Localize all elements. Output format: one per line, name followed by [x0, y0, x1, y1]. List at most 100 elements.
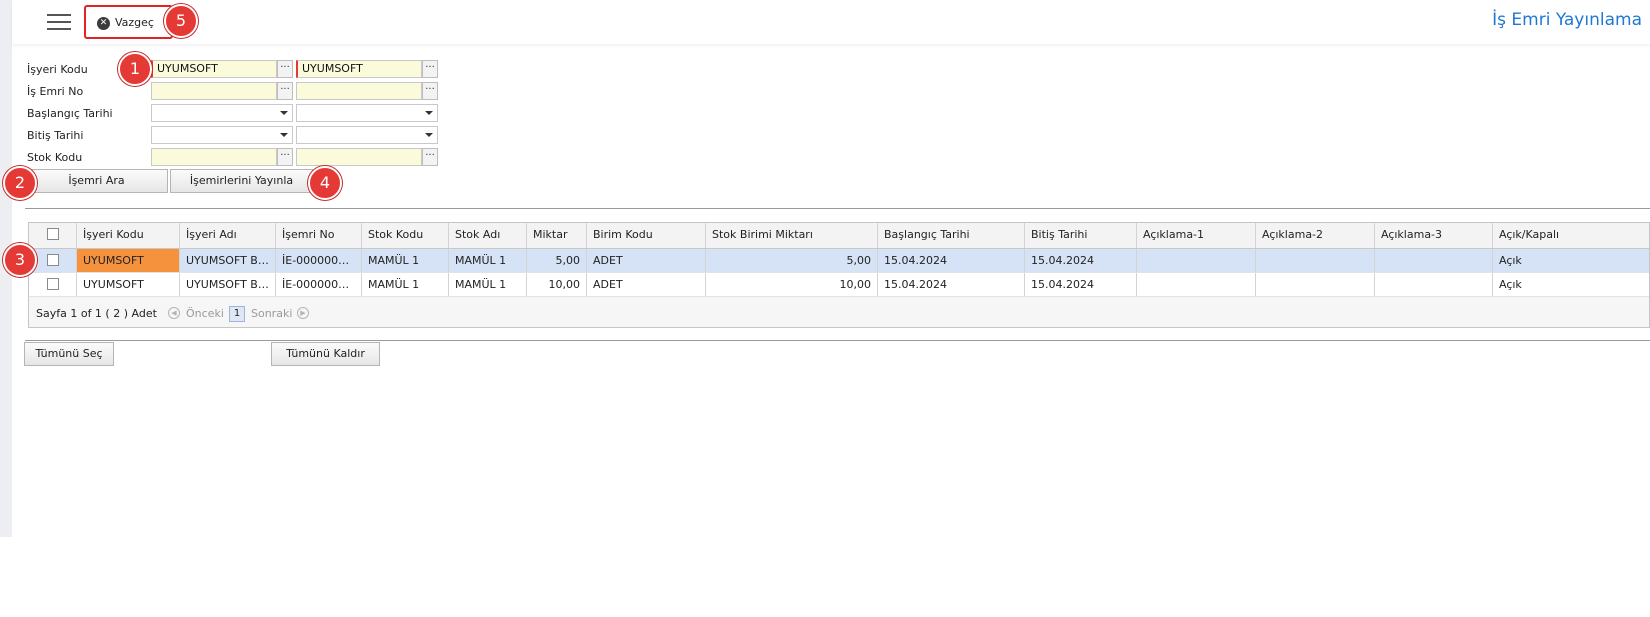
- header-acik-kapali[interactable]: Açık/Kapalı: [1493, 223, 1650, 248]
- isyeri-kodu-label: İşyeri Kodu: [27, 63, 88, 76]
- row-checkbox[interactable]: [46, 278, 59, 290]
- cell-birim-kodu[interactable]: ADET: [587, 249, 706, 272]
- annotation-marker-3: 3: [3, 243, 37, 277]
- isyeri-kodu-to-lookup-button[interactable]: ···: [422, 60, 438, 78]
- cell-acik-kapali[interactable]: Açık: [1493, 249, 1650, 272]
- cell-bitis-tarihi[interactable]: 15.04.2024: [1025, 249, 1137, 272]
- close-icon: ✕: [97, 17, 110, 30]
- annotation-marker-1: 1: [118, 52, 152, 86]
- chevron-down-icon: [425, 133, 433, 137]
- pager-next[interactable]: Sonraki: [251, 307, 292, 320]
- cell-stok-birimi-miktari[interactable]: 10,00: [706, 273, 878, 296]
- cell-birim-kodu[interactable]: ADET: [587, 273, 706, 296]
- pager-summary: Sayfa 1 of 1 ( 2 ) Adet: [36, 307, 157, 320]
- cell-aciklama-3[interactable]: [1375, 273, 1493, 296]
- header-aciklama-1[interactable]: Açıklama-1: [1137, 223, 1256, 248]
- cell-stok-kodu[interactable]: MAMÜL 1: [362, 249, 449, 272]
- is-emri-no-to-lookup-button[interactable]: ···: [422, 82, 438, 100]
- stok-kodu-from-input[interactable]: [151, 148, 277, 166]
- stok-kodu-to-lookup-button[interactable]: ···: [422, 148, 438, 166]
- chevron-down-icon: [425, 111, 433, 115]
- is-emri-no-from-lookup-button[interactable]: ···: [277, 82, 293, 100]
- is-emri-no-to-input[interactable]: [296, 82, 422, 100]
- cell-baslangic-tarihi[interactable]: 15.04.2024: [878, 249, 1025, 272]
- bitis-tarihi-to-dropdown[interactable]: [296, 126, 438, 144]
- cell-isyeri-adi[interactable]: UYUMSOFT Bİ...: [180, 273, 276, 296]
- select-all-header-cell: [29, 223, 77, 248]
- chevron-down-icon: [280, 133, 288, 137]
- chevron-right-icon[interactable]: ▶: [297, 307, 309, 319]
- header-stok-birimi-miktari[interactable]: Stok Birimi Miktarı: [706, 223, 878, 248]
- isyeri-kodu-to-input[interactable]: UYUMSOFT: [296, 60, 422, 78]
- is-emri-no-label: İş Emri No: [27, 85, 84, 98]
- hamburger-menu-icon[interactable]: [47, 14, 71, 30]
- cell-aciklama-2[interactable]: [1256, 249, 1375, 272]
- header-isyeri-adi[interactable]: İşyeri Adı: [180, 223, 276, 248]
- top-toolbar: [12, 0, 1650, 44]
- stok-kodu-label: Stok Kodu: [27, 151, 83, 164]
- table-row[interactable]: UYUMSOFT UYUMSOFT Bİ... İE-0000000... MA…: [29, 273, 1649, 297]
- header-birim-kodu[interactable]: Birim Kodu: [587, 223, 706, 248]
- header-isyeri-kodu[interactable]: İşyeri Kodu: [77, 223, 180, 248]
- cell-stok-adi[interactable]: MAMÜL 1: [449, 249, 527, 272]
- cell-miktar[interactable]: 5,00: [527, 249, 587, 272]
- cell-aciklama-3[interactable]: [1375, 249, 1493, 272]
- cell-isemri-no[interactable]: İE-0000000...: [276, 273, 362, 296]
- pager-page-number[interactable]: 1: [229, 306, 245, 322]
- chevron-left-icon[interactable]: ◀: [168, 307, 180, 319]
- table-row[interactable]: UYUMSOFT UYUMSOFT Bİ... İE-0000000... MA…: [29, 249, 1649, 273]
- annotation-marker-2: 2: [3, 166, 37, 200]
- baslangic-tarihi-from-dropdown[interactable]: [151, 104, 293, 122]
- cell-isyeri-kodu[interactable]: UYUMSOFT: [77, 249, 180, 272]
- stok-kodu-from-lookup-button[interactable]: ···: [277, 148, 293, 166]
- header-checkbox[interactable]: [46, 228, 59, 240]
- isyeri-kodu-from-input[interactable]: UYUMSOFT: [151, 60, 277, 78]
- grid-header: İşyeri Kodu İşyeri Adı İşemri No Stok Ko…: [29, 223, 1649, 249]
- divider: [25, 340, 1650, 341]
- header-isemri-no[interactable]: İşemri No: [276, 223, 362, 248]
- header-baslangic-tarihi[interactable]: Başlangıç Tarihi: [878, 223, 1025, 248]
- cell-stok-birimi-miktari[interactable]: 5,00: [706, 249, 878, 272]
- cancel-button[interactable]: ✕ Vazgeç: [84, 5, 173, 39]
- pager-prev[interactable]: Önceki: [186, 307, 224, 320]
- cell-isemri-no[interactable]: İE-0000000...: [276, 249, 362, 272]
- cell-aciklama-1[interactable]: [1137, 273, 1256, 296]
- cell-stok-kodu[interactable]: MAMÜL 1: [362, 273, 449, 296]
- header-stok-kodu[interactable]: Stok Kodu: [362, 223, 449, 248]
- stok-kodu-to-input[interactable]: [296, 148, 422, 166]
- page-title: İş Emri Yayınlama: [1492, 10, 1642, 30]
- divider: [25, 208, 1650, 209]
- row-checkbox[interactable]: [46, 254, 59, 266]
- row-checkbox-cell: [29, 273, 77, 296]
- clear-all-button[interactable]: Tümünü Kaldır: [271, 342, 380, 366]
- cell-miktar[interactable]: 10,00: [527, 273, 587, 296]
- grid-pager: Sayfa 1 of 1 ( 2 ) Adet ◀ Önceki 1 Sonra…: [29, 298, 1649, 328]
- bitis-tarihi-from-dropdown[interactable]: [151, 126, 293, 144]
- cell-bitis-tarihi[interactable]: 15.04.2024: [1025, 273, 1137, 296]
- cell-isyeri-kodu[interactable]: UYUMSOFT: [77, 273, 180, 296]
- bitis-tarihi-label: Bitiş Tarihi: [27, 129, 84, 142]
- cancel-button-label: Vazgeç: [115, 16, 154, 29]
- search-work-orders-button[interactable]: İşemri Ara: [25, 169, 168, 193]
- chevron-down-icon: [280, 111, 288, 115]
- cell-aciklama-2[interactable]: [1256, 273, 1375, 296]
- cell-baslangic-tarihi[interactable]: 15.04.2024: [878, 273, 1025, 296]
- is-emri-no-from-input[interactable]: [151, 82, 277, 100]
- header-stok-adi[interactable]: Stok Adı: [449, 223, 527, 248]
- cell-stok-adi[interactable]: MAMÜL 1: [449, 273, 527, 296]
- header-miktar[interactable]: Miktar: [527, 223, 587, 248]
- header-bitis-tarihi[interactable]: Bitiş Tarihi: [1025, 223, 1137, 248]
- cell-acik-kapali[interactable]: Açık: [1493, 273, 1650, 296]
- publish-work-orders-button[interactable]: İşemirlerini Yayınla: [170, 169, 313, 193]
- header-aciklama-2[interactable]: Açıklama-2: [1256, 223, 1375, 248]
- annotation-marker-5: 5: [164, 4, 198, 38]
- baslangic-tarihi-label: Başlangıç Tarihi: [27, 107, 113, 120]
- annotation-marker-4: 4: [308, 166, 342, 200]
- select-all-button[interactable]: Tümünü Seç: [24, 342, 114, 366]
- cell-isyeri-adi[interactable]: UYUMSOFT Bİ...: [180, 249, 276, 272]
- baslangic-tarihi-to-dropdown[interactable]: [296, 104, 438, 122]
- cell-aciklama-1[interactable]: [1137, 249, 1256, 272]
- header-aciklama-3[interactable]: Açıklama-3: [1375, 223, 1493, 248]
- isyeri-kodu-from-lookup-button[interactable]: ···: [277, 60, 293, 78]
- work-orders-grid: İşyeri Kodu İşyeri Adı İşemri No Stok Ko…: [28, 222, 1650, 328]
